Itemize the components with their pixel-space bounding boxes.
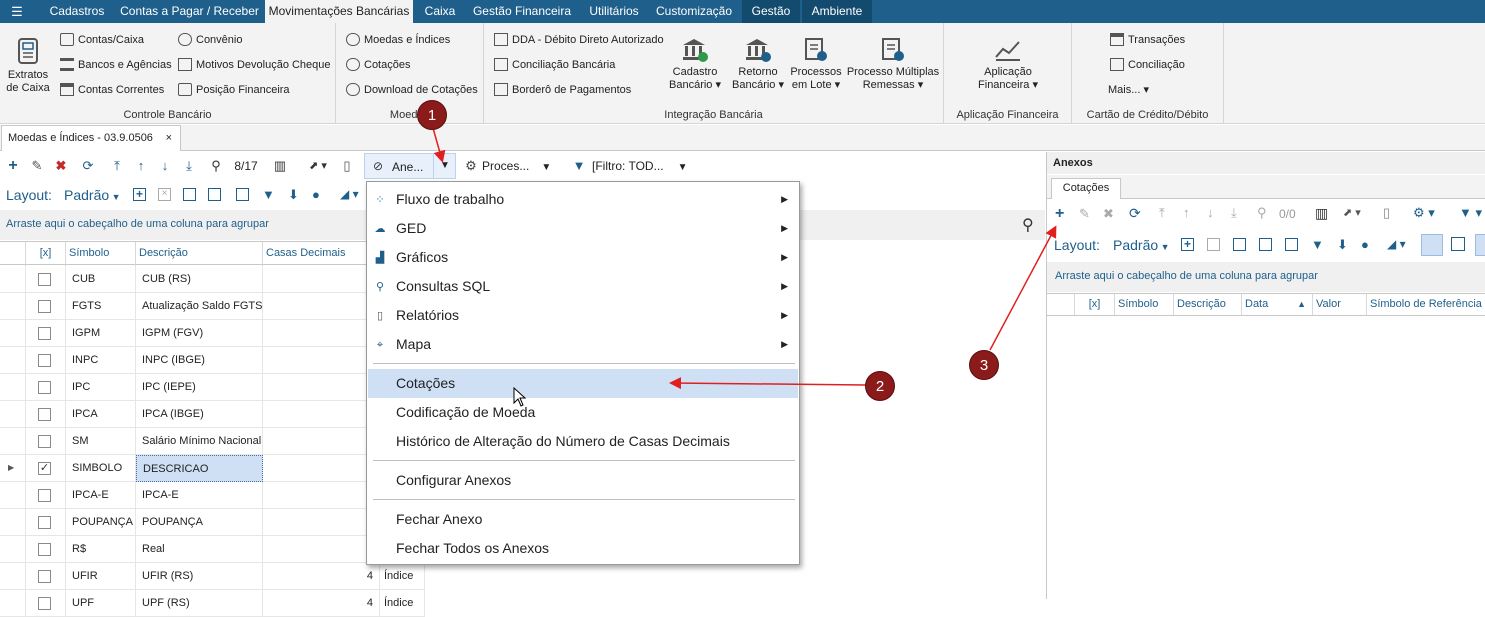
- arrow-3: [989, 225, 1057, 351]
- callout-3: 3: [969, 350, 999, 380]
- arrow-1: [432, 127, 446, 163]
- callout-2: 2: [865, 371, 895, 401]
- callout-1: 1: [417, 100, 447, 130]
- arrow-2: [669, 377, 867, 390]
- annotation-arrows: [432, 127, 1057, 390]
